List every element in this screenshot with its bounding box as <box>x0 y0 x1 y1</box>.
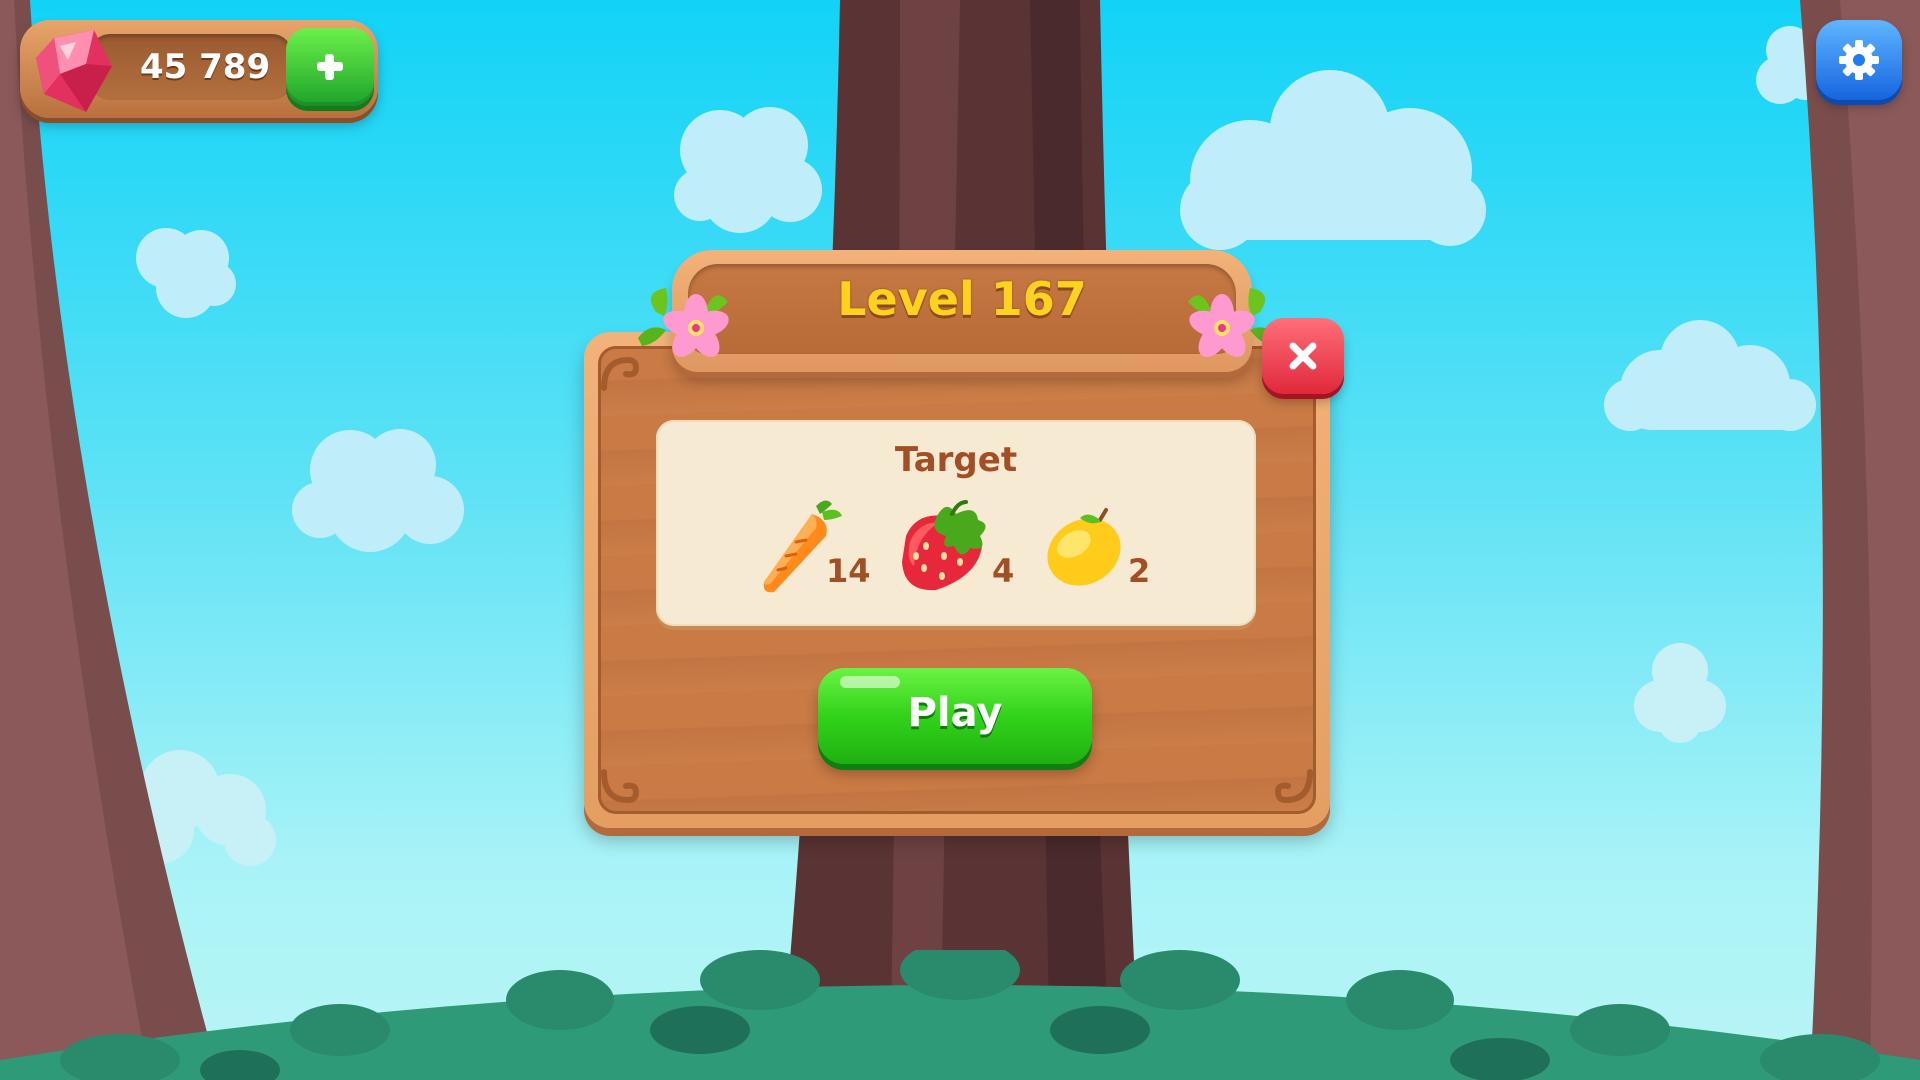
play-button-label: Play <box>907 690 1003 736</box>
grass-hill <box>0 950 1920 1080</box>
tree-trunk-right <box>1800 0 1920 1080</box>
target-card: Target 14 4 2 <box>656 420 1256 626</box>
strawberry-icon <box>902 500 986 591</box>
target-label: Target <box>894 440 1018 480</box>
gem-counter-panel: 45 789 <box>20 20 378 118</box>
carrot-count: 14 <box>826 552 871 590</box>
cloud <box>1634 643 1726 743</box>
settings-button[interactable] <box>1816 20 1902 100</box>
level-title: Level 167 <box>837 272 1087 326</box>
corner-swirl <box>1274 769 1313 804</box>
gem-count: 45 789 <box>140 47 271 87</box>
flower-decoration-left <box>638 288 729 357</box>
close-button[interactable] <box>1262 318 1344 394</box>
game-scene: 45 789 Level 167 Target 14 4 2 Play <box>0 0 1920 1080</box>
cloud <box>292 429 464 552</box>
tree-trunk-left <box>0 0 220 1080</box>
add-gems-button[interactable] <box>286 28 374 106</box>
lemon-count: 2 <box>1128 552 1151 590</box>
cloud <box>1180 70 1486 250</box>
gear-icon <box>1839 40 1879 80</box>
level-banner: Level 167 <box>672 250 1252 372</box>
play-button[interactable]: Play <box>818 668 1092 764</box>
lemon-icon <box>1047 508 1121 586</box>
close-icon <box>1289 342 1317 370</box>
corner-swirl <box>601 356 640 391</box>
strawberry-count: 4 <box>992 552 1015 590</box>
corner-swirl <box>601 769 640 804</box>
pink-gem-icon <box>36 30 112 112</box>
